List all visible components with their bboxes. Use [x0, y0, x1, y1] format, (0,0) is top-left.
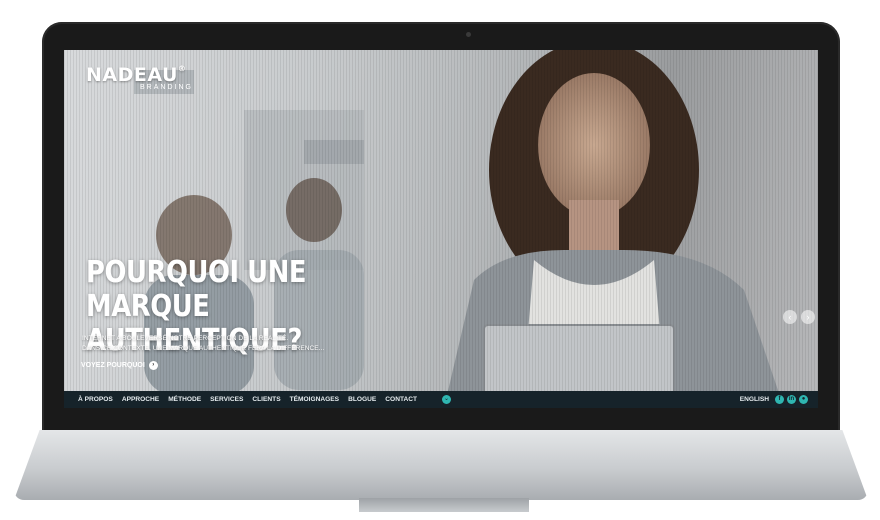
voyez-pourquoi-link[interactable]: VOYEZ POURQUOI › [81, 361, 158, 370]
hero-description: INTERNET A BOULEVERSÉ NOTRE PERCEPTION D… [82, 334, 324, 353]
chevron-right-icon: › [806, 312, 810, 322]
website-screen: NADEAU® BRANDING POURQUOI UNE MARQUE AUT… [64, 50, 818, 408]
logo-subtitle: BRANDING [140, 84, 193, 91]
nav-item-methode[interactable]: MÉTHODE [168, 396, 201, 403]
hero-title-line-1: POURQUOI UNE MARQUE [86, 255, 307, 324]
imac-monitor: NADEAU® BRANDING POURQUOI UNE MARQUE AUT… [14, 22, 868, 512]
slider-prev-button[interactable]: ‹ [783, 310, 797, 324]
chevron-left-icon: ‹ [788, 312, 792, 322]
nav-right-group: ENGLISH f in ● [740, 395, 818, 404]
logo-name: NADEAU [86, 64, 178, 86]
main-navigation: À PROPOS APPROCHE MÉTHODE SERVICES CLIEN… [64, 391, 818, 408]
hero-description-line-1: INTERNET A BOULEVERSÉ NOTRE PERCEPTION D… [82, 335, 289, 342]
monitor-chin [14, 430, 868, 500]
nav-item-temoignages[interactable]: TÉMOIGNAGES [290, 396, 339, 403]
rss-icon[interactable]: ● [799, 395, 808, 404]
language-switch-english[interactable]: ENGLISH [740, 396, 769, 403]
monitor-stand [359, 498, 529, 512]
chevron-right-circle-icon: › [148, 361, 158, 370]
nav-item-contact[interactable]: CONTACT [385, 396, 417, 403]
logo-wordmark: NADEAU® [86, 64, 193, 86]
logo-registered-mark: ® [177, 64, 187, 73]
hero-description-line-2: DANS CE CONTEXTE, UNE MARQUE AUTHENTIQUE… [82, 344, 325, 352]
nav-item-blogue[interactable]: BLOGUE [348, 396, 376, 403]
linkedin-icon[interactable]: in [787, 395, 796, 404]
cta-label: VOYEZ POURQUOI [81, 362, 145, 369]
slider-next-button[interactable]: › [801, 310, 815, 324]
nav-item-services[interactable]: SERVICES [210, 396, 243, 403]
nav-item-approche[interactable]: APPROCHE [122, 396, 159, 403]
facebook-icon[interactable]: f [775, 395, 784, 404]
nadeau-logo[interactable]: NADEAU® BRANDING [86, 64, 193, 91]
camera-icon [466, 32, 471, 37]
nav-item-a-propos[interactable]: À PROPOS [78, 396, 113, 403]
nav-item-clients[interactable]: CLIENTS [252, 396, 280, 403]
chevron-down-circle-icon[interactable]: ⌄ [442, 395, 452, 404]
